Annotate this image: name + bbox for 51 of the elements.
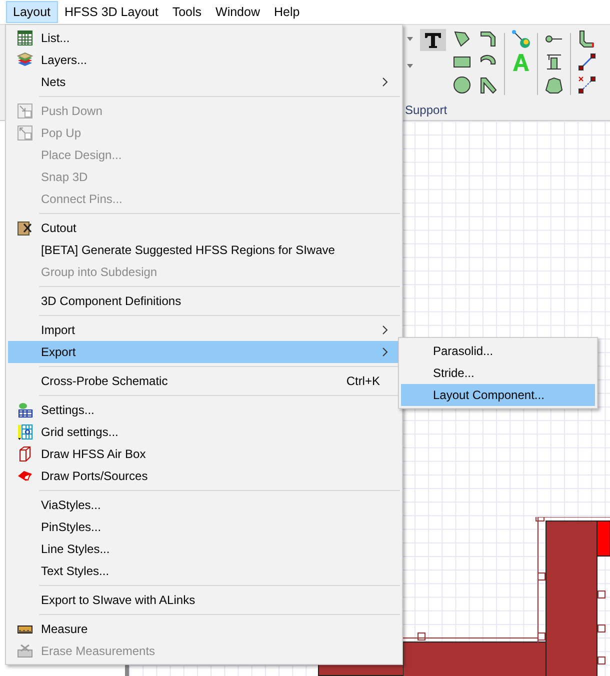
- push-down-icon: [16, 103, 32, 119]
- corner-trace-icon[interactable]: [577, 29, 597, 49]
- wire-delete-icon[interactable]: [577, 75, 597, 95]
- cutout-icon: [16, 220, 32, 236]
- menu-item[interactable]: Text Styles...: [8, 560, 400, 582]
- menu-item[interactable]: ViaStyles...: [8, 494, 400, 516]
- menu-item[interactable]: List...: [8, 27, 400, 49]
- menu-item[interactable]: Layout Component...: [401, 384, 595, 406]
- polygon-icon[interactable]: [452, 29, 472, 49]
- menu-item[interactable]: PinStyles...: [8, 516, 400, 538]
- menu-item[interactable]: Nets: [8, 71, 400, 93]
- menu-bar-item[interactable]: Tools: [165, 1, 209, 23]
- menu-bar-item[interactable]: Help: [266, 1, 307, 23]
- menu-item[interactable]: [BETA] Generate Suggested HFSS Regions for SIwave: [8, 239, 400, 261]
- table-icon: [16, 30, 32, 46]
- menu-item[interactable]: 3D Component Definitions: [8, 290, 400, 312]
- menu-bar-item[interactable]: Window: [208, 1, 267, 23]
- menu-item[interactable]: Draw HFSS Air Box: [8, 443, 400, 465]
- line-bend-icon[interactable]: [478, 29, 498, 49]
- menu-item[interactable]: Draw Ports/Sources: [8, 465, 400, 487]
- dropdown-arrow-icon[interactable]: [406, 62, 414, 70]
- menu-item[interactable]: Parasolid...: [401, 340, 595, 362]
- circle-icon[interactable]: [452, 75, 472, 95]
- menu-bar-item[interactable]: HFSS 3D Layout: [58, 1, 166, 23]
- menu-item[interactable]: Export: [8, 341, 400, 363]
- text-tool-icon[interactable]: [420, 29, 446, 51]
- menu-item[interactable]: Import: [8, 319, 400, 341]
- menu-item[interactable]: Settings...: [8, 399, 400, 421]
- ports-icon: [16, 468, 32, 484]
- layers-icon: [16, 52, 32, 68]
- menu-item[interactable]: Grid settings...: [8, 421, 400, 443]
- wire-icon[interactable]: [577, 52, 597, 72]
- grid-settings-icon: [16, 424, 32, 440]
- angled-line-icon[interactable]: [478, 75, 498, 95]
- eraser-ruler-icon: [16, 643, 32, 659]
- air-box-icon: [16, 446, 32, 462]
- menu-item[interactable]: Export to SIwave with ALinks: [8, 589, 400, 611]
- pop-up-icon: [16, 125, 32, 141]
- menu-item[interactable]: Stride...: [401, 362, 595, 384]
- menu-item[interactable]: Cutout: [8, 217, 400, 239]
- menu-bar-item[interactable]: Layout: [6, 1, 58, 23]
- menu-item[interactable]: Layers...: [8, 49, 400, 71]
- solid-icon[interactable]: [544, 75, 564, 95]
- toolbar-group-label: Support: [405, 103, 448, 117]
- menu-item[interactable]: Measure: [8, 618, 400, 640]
- probe-icon[interactable]: [511, 29, 531, 49]
- settings-icon: [16, 402, 32, 418]
- menu-item[interactable]: Cross-Probe Schematic Ctrl+K: [8, 370, 400, 392]
- menu-item[interactable]: Line Styles...: [8, 538, 400, 560]
- component-icon[interactable]: [544, 52, 564, 72]
- dropdown-arrow-icon[interactable]: [406, 35, 414, 43]
